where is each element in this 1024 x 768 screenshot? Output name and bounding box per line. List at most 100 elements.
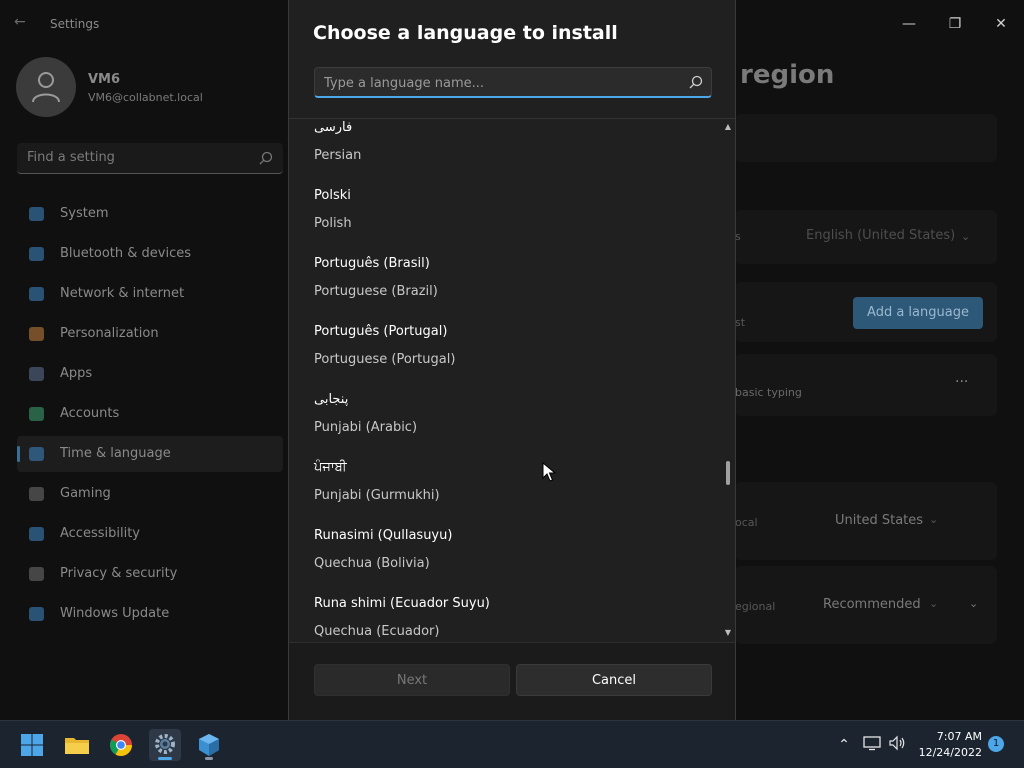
language-native-name: Runasimi (Qullasuyu) (314, 528, 453, 543)
language-option[interactable]: Runa shimi (Ecuador Suyu) Quechua (Ecuado… (289, 592, 719, 642)
add-language-button[interactable]: Add a language (853, 297, 983, 329)
installed-language-card: basic typing ··· (735, 354, 997, 416)
windows-logo-icon (21, 734, 43, 756)
active-indicator (158, 757, 172, 760)
folder-icon (65, 738, 89, 754)
more-options-icon[interactable]: ··· (955, 374, 968, 390)
language-option[interactable]: فارسی Persian (289, 119, 719, 184)
back-arrow-icon[interactable]: ← (14, 14, 34, 34)
sidebar-item-icon (29, 447, 44, 461)
scroll-up-arrow-icon[interactable]: ▲ (724, 123, 732, 131)
cancel-button[interactable]: Cancel (516, 664, 712, 696)
language-search-box[interactable] (314, 67, 712, 98)
sidebar-item-accessibility[interactable]: Accessibility (17, 516, 283, 552)
user-icon (32, 72, 60, 103)
language-native-name: Português (Portugal) (314, 324, 448, 339)
sidebar-item-label: Windows Update (60, 606, 170, 621)
find-setting-placeholder: Find a setting (27, 150, 115, 165)
language-native-name: فارسی (314, 120, 353, 135)
language-option[interactable]: پنجابی Punjabi (Arabic) (289, 388, 719, 456)
sidebar-item-icon (29, 567, 44, 581)
sidebar-item-accounts[interactable]: Accounts (17, 396, 283, 432)
network-icon[interactable] (862, 735, 882, 755)
language-option[interactable]: Polski Polish (289, 184, 719, 252)
sidebar-item-icon (29, 607, 44, 621)
regional-format-label: egional (735, 600, 776, 613)
language-option[interactable]: Runasimi (Qullasuyu) Quechua (Bolivia) (289, 524, 719, 592)
language-english-name: Punjabi (Gurmukhi) (314, 488, 440, 503)
avatar[interactable] (16, 57, 76, 117)
sidebar-item-time-language[interactable]: Time & language (17, 436, 283, 472)
sidebar-item-label: Accounts (60, 406, 120, 421)
regional-format-select[interactable]: Recommended (823, 597, 921, 612)
sidebar-item-personalization[interactable]: Personalization (17, 316, 283, 352)
sidebar-item-icon (29, 487, 44, 501)
sidebar-item-bluetooth-devices[interactable]: Bluetooth & devices (17, 236, 283, 272)
next-button[interactable]: Next (314, 664, 510, 696)
country-region-label: ocal (735, 516, 758, 529)
country-region-select[interactable]: United States (835, 513, 923, 528)
sidebar-item-label: Accessibility (60, 526, 140, 541)
minimize-button[interactable]: — (887, 8, 931, 40)
sidebar-item-icon (29, 407, 44, 421)
choose-language-dialog: Choose a language to install فارسی Persia… (288, 0, 736, 720)
language-english-name: Portuguese (Brazil) (314, 284, 438, 299)
app-taskbar-button[interactable] (193, 729, 225, 761)
language-native-name: Runa shimi (Ecuador Suyu) (314, 596, 490, 611)
sidebar-item-privacy-security[interactable]: Privacy & security (17, 556, 283, 592)
chrome-icon (110, 734, 132, 756)
clock-time: 7:07 AM (936, 730, 982, 743)
maximize-button[interactable]: ❐ (933, 8, 977, 40)
show-hidden-icons-chevron-icon[interactable]: ⌃ (834, 735, 854, 755)
file-explorer-button[interactable] (61, 729, 93, 761)
find-setting-input[interactable]: Find a setting (17, 143, 283, 174)
language-english-name: Quechua (Ecuador) (314, 624, 440, 639)
language-list-scrollbar[interactable]: ▲ ▼ (722, 121, 734, 640)
language-english-name: Persian (314, 148, 362, 163)
chevron-down-icon: ⌄ (929, 513, 939, 526)
preferred-languages-label: st (735, 316, 746, 329)
sidebar-item-windows-update[interactable]: Windows Update (17, 596, 283, 632)
language-english-name: Punjabi (Arabic) (314, 420, 418, 435)
scroll-down-arrow-icon[interactable]: ▼ (724, 629, 732, 637)
notification-badge[interactable]: 1 (988, 736, 1004, 752)
user-email: VM6@collabnet.local (88, 91, 203, 104)
country-region-card: ocal United States ⌄ (735, 482, 997, 560)
language-native-name: Polski (314, 188, 351, 203)
language-native-name: ਪੰਜਾਬੀ (314, 460, 347, 475)
selected-indicator (17, 446, 20, 462)
sidebar-item-label: Time & language (60, 446, 171, 461)
language-english-name: Quechua (Bolivia) (314, 556, 430, 571)
page-title: region (740, 60, 835, 90)
regional-format-card: egional Recommended ⌄ ⌄ (735, 566, 997, 644)
sidebar-item-apps[interactable]: Apps (17, 356, 283, 392)
sidebar-item-gaming[interactable]: Gaming (17, 476, 283, 512)
language-option[interactable]: ਪੰਜਾਬੀ Punjabi (Gurmukhi) (289, 456, 719, 524)
sidebar-item-label: Privacy & security (60, 566, 178, 581)
language-search-input[interactable] (324, 73, 674, 93)
search-icon (259, 151, 273, 165)
running-indicator (205, 757, 213, 760)
display-language-select[interactable]: English (United States) (806, 228, 955, 243)
clock-date: 12/24/2022 (918, 746, 982, 759)
chrome-button[interactable] (105, 729, 137, 761)
language-option[interactable]: Português (Brasil) Portuguese (Brazil) (289, 252, 719, 320)
language-features-text: basic typing (735, 386, 802, 399)
sidebar-item-icon (29, 367, 44, 381)
sidebar-item-system[interactable]: System (17, 196, 283, 232)
sidebar-item-label: Personalization (60, 326, 159, 341)
sidebar-item-label: System (60, 206, 109, 221)
sidebar-item-network-internet[interactable]: Network & internet (17, 276, 283, 312)
sidebar-item-label: Apps (60, 366, 93, 381)
language-option[interactable]: Português (Portugal) Portuguese (Portugal… (289, 320, 719, 388)
search-icon (689, 75, 703, 89)
expand-chevron-icon[interactable]: ⌄ (969, 597, 978, 610)
settings-taskbar-button[interactable] (149, 729, 181, 761)
volume-icon[interactable] (887, 735, 907, 755)
close-button[interactable]: ✕ (979, 8, 1023, 40)
dialog-title: Choose a language to install (313, 22, 618, 44)
system-clock[interactable]: 7:07 AM 12/24/2022 (910, 729, 982, 761)
scrollbar-thumb[interactable] (726, 461, 730, 485)
sidebar-item-label: Network & internet (60, 286, 185, 301)
start-button[interactable] (16, 729, 48, 761)
